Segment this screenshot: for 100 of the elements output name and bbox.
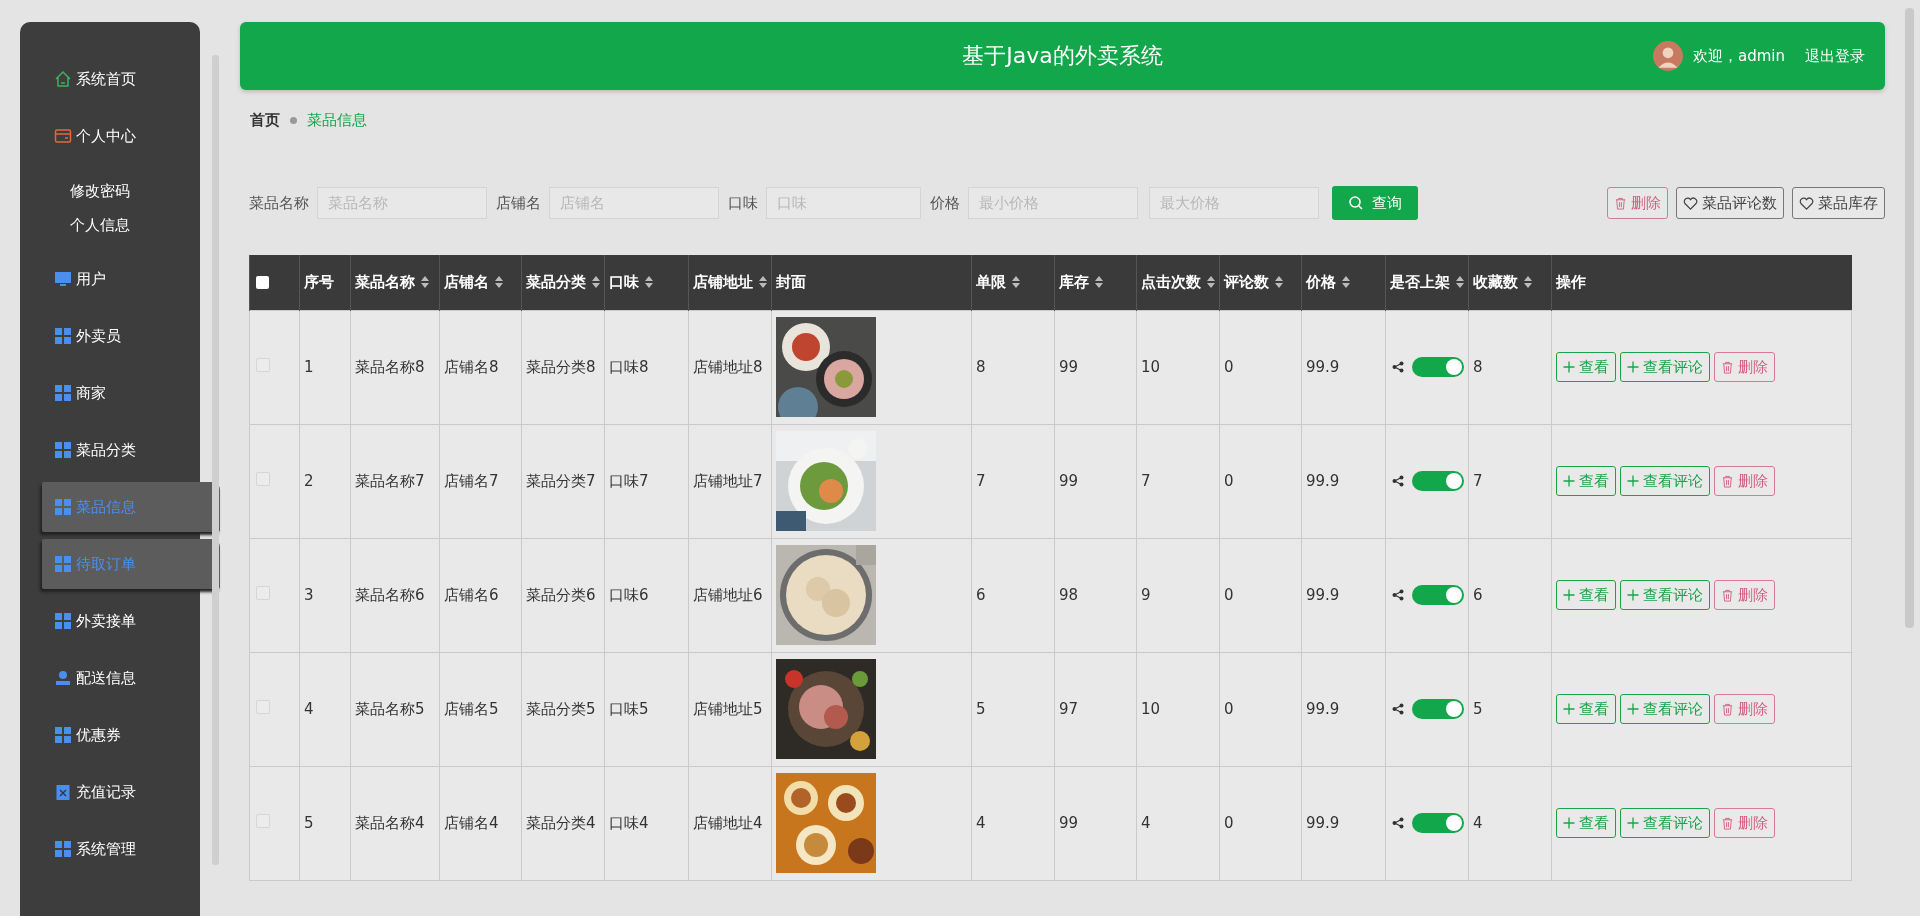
sort-icon xyxy=(592,276,600,289)
table-cell: 99.9 xyxy=(1306,586,1340,604)
table-cell: 菜品名称6 xyxy=(355,585,425,604)
sidebar-item[interactable]: 充值记录 xyxy=(20,767,200,817)
sidebar-item[interactable]: 个人中心 xyxy=(20,111,200,161)
toggle-switch[interactable] xyxy=(1412,357,1464,377)
plus-icon xyxy=(1627,475,1639,487)
field-label: 口味 xyxy=(728,193,758,213)
table-cell: 菜品分类4 xyxy=(526,813,596,832)
sort-icon xyxy=(759,276,767,289)
select-all-checkbox[interactable] xyxy=(256,276,269,290)
table-cell: 7 xyxy=(1473,472,1483,490)
column-header[interactable]: 封面 xyxy=(776,272,806,292)
table-cell: 店铺名6 xyxy=(444,585,499,604)
table-cell: 99 xyxy=(1059,814,1079,832)
table-cell: 99 xyxy=(1059,358,1079,376)
plus-icon xyxy=(1627,361,1639,373)
share-icon xyxy=(1392,589,1404,601)
table-cell: 口味4 xyxy=(609,813,649,832)
outline-button[interactable]: 菜品评论数 xyxy=(1676,187,1784,219)
person-icon xyxy=(54,669,72,687)
sort-icon xyxy=(421,276,429,289)
table-cell: 6 xyxy=(976,586,986,604)
table-cell: 店铺名7 xyxy=(444,471,499,490)
plus-icon xyxy=(1627,817,1639,829)
table-cell: 97 xyxy=(1059,700,1079,718)
table-cell: 店铺地址6 xyxy=(693,585,763,604)
trash-icon xyxy=(1721,816,1734,830)
table-cell: 店铺名5 xyxy=(444,699,499,718)
sort-icon xyxy=(1095,276,1103,289)
table-cell: 8 xyxy=(1473,358,1483,376)
table-cell: 99.9 xyxy=(1306,358,1340,376)
table-cell: 10 xyxy=(1141,700,1161,718)
breadcrumb-separator xyxy=(290,116,297,124)
grid-icon xyxy=(54,327,72,345)
plus-icon xyxy=(1563,817,1575,829)
sidebar-item[interactable]: 商家 xyxy=(20,368,200,418)
column-header[interactable]: 库存 xyxy=(1059,272,1103,292)
table-cell: 1 xyxy=(304,358,314,376)
toggle-switch[interactable] xyxy=(1412,585,1464,605)
table-cell: 菜品分类8 xyxy=(526,357,596,376)
sidebar-item[interactable]: 系统管理 xyxy=(20,824,200,874)
outline-button[interactable]: 菜品库存 xyxy=(1792,187,1885,219)
avatar-icon xyxy=(1653,41,1683,71)
heart-icon xyxy=(1799,196,1814,210)
sidebar-item[interactable]: 外卖员 xyxy=(20,311,200,361)
toggle-switch[interactable] xyxy=(1412,813,1464,833)
submenu-item[interactable]: 修改密码 xyxy=(70,174,200,208)
breadcrumb-link[interactable]: 首页 xyxy=(250,110,280,130)
table-cell: 4 xyxy=(304,700,314,718)
search-icon xyxy=(1348,195,1364,211)
sidebar-item[interactable]: 优惠券 xyxy=(20,710,200,760)
sort-icon xyxy=(1012,276,1020,289)
table-cell: 7 xyxy=(1141,472,1151,490)
share-icon xyxy=(1392,361,1404,373)
trash-icon xyxy=(1721,702,1734,716)
toggle-switch[interactable] xyxy=(1412,471,1464,491)
table-cell: 5 xyxy=(1473,700,1483,718)
share-icon xyxy=(1392,475,1404,487)
column-header[interactable]: 单限 xyxy=(976,272,1020,292)
submenu-item[interactable]: 个人信息 xyxy=(70,208,200,242)
table-cell: 9 xyxy=(1141,586,1151,604)
grid-icon xyxy=(54,726,72,744)
scrollbar[interactable] xyxy=(1905,8,1914,628)
table-cell: 店铺名8 xyxy=(444,357,499,376)
toggle-switch[interactable] xyxy=(1412,699,1464,719)
table-cell: 4 xyxy=(976,814,986,832)
sidebar-item[interactable]: 外卖接单 xyxy=(20,596,200,646)
table-cell: 店铺地址7 xyxy=(693,471,763,490)
sidebar-item[interactable]: 菜品分类 xyxy=(20,425,200,475)
table-cell: 口味5 xyxy=(609,699,649,718)
table-cell: 10 xyxy=(1141,358,1161,376)
table-cell: 8 xyxy=(976,358,986,376)
sidebar-item[interactable]: 系统首页 xyxy=(20,54,200,104)
table-cell: 99.9 xyxy=(1306,700,1340,718)
scrollbar[interactable] xyxy=(212,55,219,865)
table-cell: 菜品分类7 xyxy=(526,471,596,490)
table-cell: 0 xyxy=(1224,814,1234,832)
plus-icon xyxy=(1563,475,1575,487)
plus-icon xyxy=(1627,703,1639,715)
column-header[interactable]: 口味 xyxy=(609,272,653,292)
grid-icon xyxy=(54,441,72,459)
sidebar-item[interactable]: 用户 xyxy=(20,254,200,304)
grid-icon xyxy=(54,498,72,516)
sort-icon xyxy=(1456,276,1464,289)
table-cell: 2 xyxy=(304,472,314,490)
wallet-icon xyxy=(54,127,72,145)
trash-icon xyxy=(1614,196,1627,210)
column-header[interactable]: 操作 xyxy=(1556,272,1586,292)
grid-icon xyxy=(54,555,72,573)
plus-icon xyxy=(1563,703,1575,715)
table-cell: 店铺地址8 xyxy=(693,357,763,376)
column-header[interactable]: 价格 xyxy=(1306,272,1350,292)
plus-icon xyxy=(1563,361,1575,373)
sidebar-item[interactable]: 配送信息 xyxy=(20,653,200,703)
table-cell: 3 xyxy=(304,586,314,604)
monitor-icon xyxy=(54,270,72,288)
table-cell: 菜品名称7 xyxy=(355,471,425,490)
table-cell: 店铺名4 xyxy=(444,813,499,832)
home-icon xyxy=(54,70,72,88)
